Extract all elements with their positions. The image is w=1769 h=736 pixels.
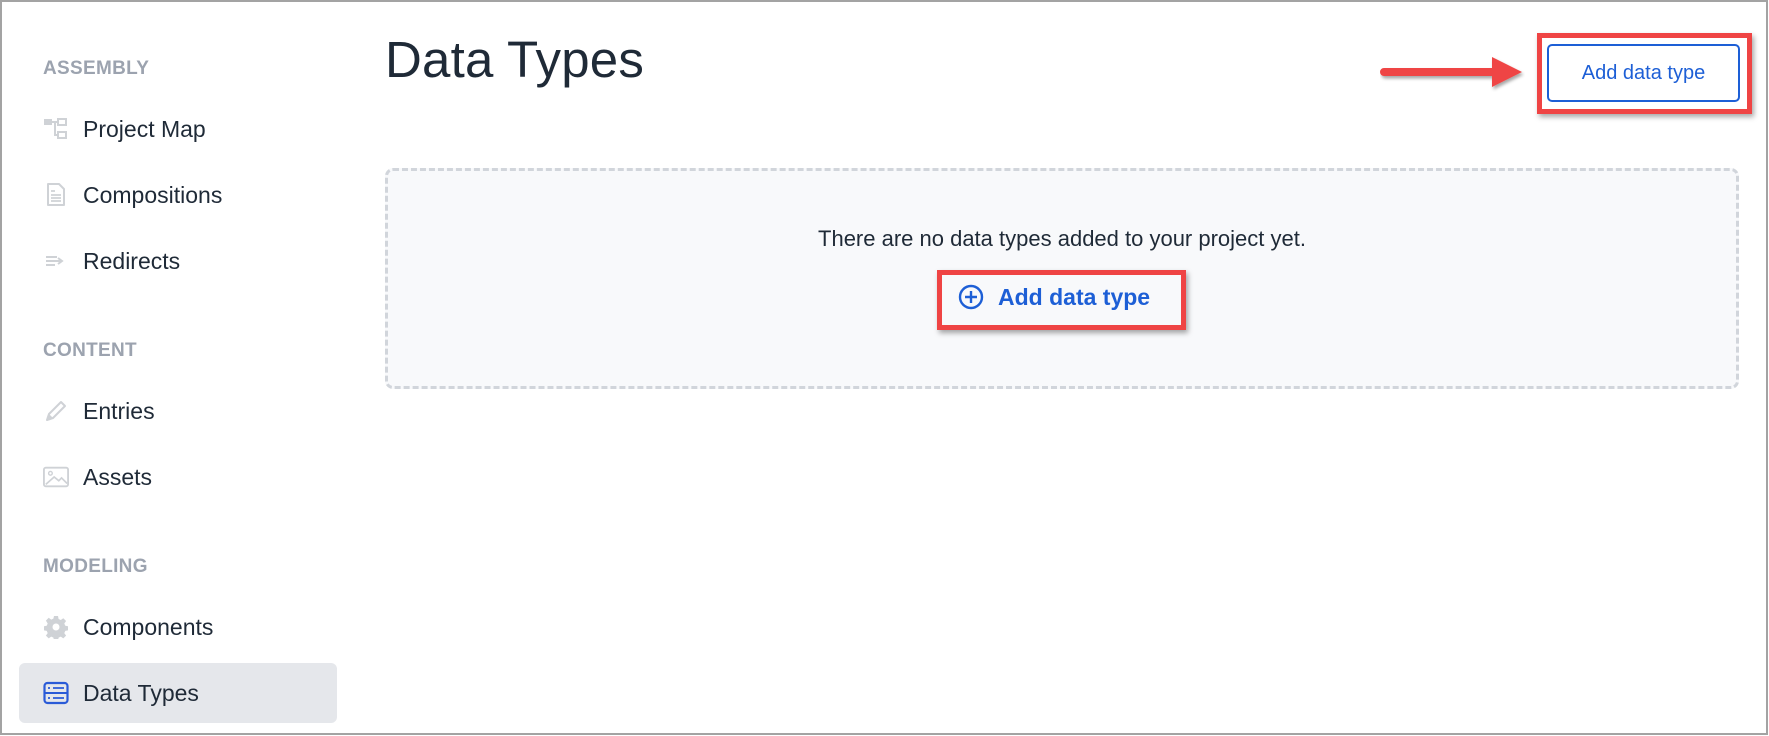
sidebar-item-components[interactable]: Components <box>19 597 337 657</box>
section-label-assembly: ASSEMBLY <box>43 58 150 79</box>
sidebar-item-redirects[interactable]: Redirects <box>19 231 337 291</box>
sidebar-item-label: Assets <box>83 464 153 490</box>
sidebar-item-label: Redirects <box>83 248 181 274</box>
sidebar-item-compositions[interactable]: Compositions <box>19 165 337 225</box>
section-label-content: CONTENT <box>43 340 137 361</box>
sidebar-item-label: Components <box>83 614 214 640</box>
sidebar-item-label: Entries <box>83 398 155 424</box>
section-label-modeling: MODELING <box>43 556 148 577</box>
gear-icon <box>43 614 69 640</box>
empty-state-add-label: Add data type <box>998 283 1151 310</box>
sidebar-item-entries[interactable]: Entries <box>19 381 337 441</box>
server-list-icon <box>43 680 69 706</box>
redirect-icon <box>43 248 69 274</box>
sidebar-item-project-map[interactable]: Project Map <box>19 99 337 159</box>
empty-state-message: There are no data types added to your pr… <box>818 226 1306 251</box>
plus-circle-icon <box>958 284 984 310</box>
empty-state-add-button[interactable]: Add data type <box>958 280 1150 314</box>
sidebar-item-label: Data Types <box>83 680 199 706</box>
page-title: Data Types <box>385 31 645 88</box>
project-map-icon <box>43 116 69 142</box>
annotation-arrow <box>1380 57 1522 87</box>
sidebar: ASSEMBLY Project Map Compositions Redire… <box>0 0 345 735</box>
sidebar-item-assets[interactable]: Assets <box>19 447 337 507</box>
pencil-icon <box>43 398 69 424</box>
sidebar-item-data-types[interactable]: Data Types <box>19 663 337 723</box>
add-data-type-button[interactable]: Add data type <box>1547 44 1740 102</box>
document-icon <box>43 182 69 208</box>
image-icon <box>43 464 69 490</box>
sidebar-item-label: Compositions <box>83 182 223 208</box>
sidebar-item-label: Project Map <box>83 116 206 142</box>
